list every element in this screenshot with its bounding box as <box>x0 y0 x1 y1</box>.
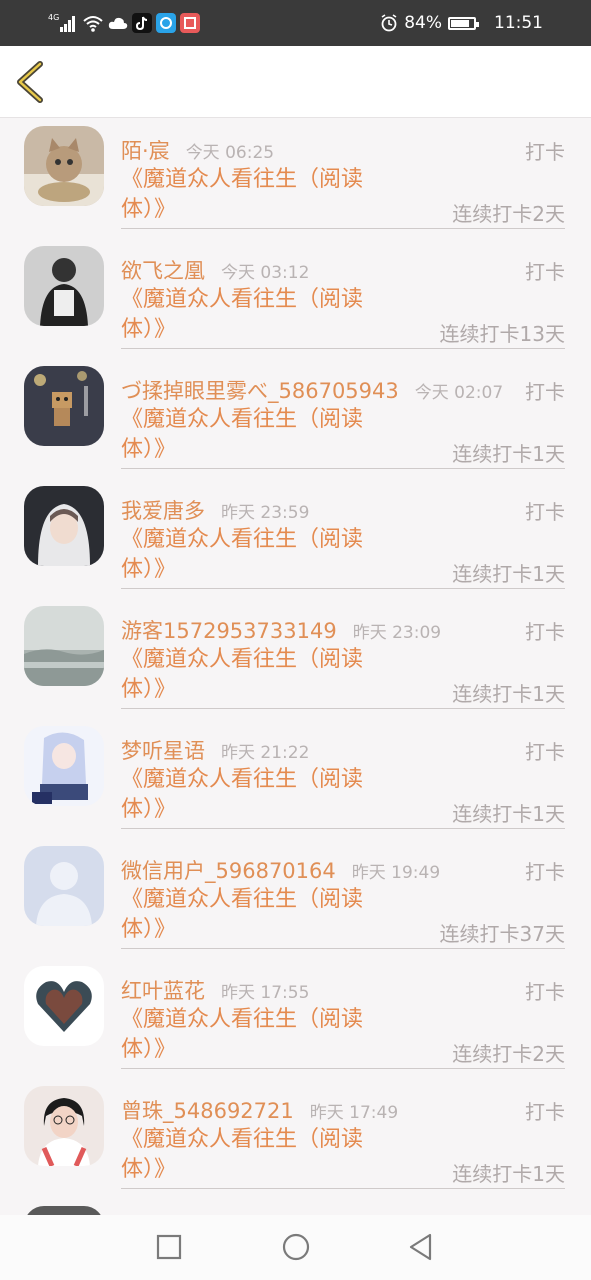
streak-count: 连续打卡2天 <box>452 1042 565 1066</box>
checkin-time: 昨天 23:59 <box>221 503 310 523</box>
list-item[interactable]: 梦听星语 昨天 21:22 打卡《魔道众人看往生（阅读体）》连续打卡1天 <box>0 718 591 838</box>
cloud-icon <box>108 17 128 29</box>
book-title[interactable]: 《魔道众人看往生（阅读体）》 <box>121 765 381 825</box>
book-title[interactable]: 《魔道众人看往生（阅读体）》 <box>121 1005 381 1065</box>
streak-count: 连续打卡37天 <box>439 922 565 946</box>
checkin-label: 打卡 <box>525 740 565 764</box>
divider <box>121 708 565 709</box>
checkin-label: 打卡 <box>525 860 565 884</box>
browser-icon <box>156 13 176 33</box>
divider <box>121 948 565 949</box>
divider <box>121 348 565 349</box>
checkin-time: 昨天 17:55 <box>221 983 310 1003</box>
app-bar <box>0 46 591 118</box>
reader-icon <box>180 13 200 33</box>
streak-count: 连续打卡2天 <box>452 202 565 226</box>
streak-count: 连续打卡1天 <box>452 1162 565 1186</box>
user-name[interactable]: 陌·宸 <box>121 135 170 165</box>
streak-count: 连续打卡13天 <box>439 322 565 346</box>
user-name[interactable]: 游客1572953733149 <box>121 615 337 645</box>
streak-count: 连续打卡1天 <box>452 442 565 466</box>
svg-text:4G: 4G <box>48 13 59 22</box>
checkin-time: 今天 02:07 <box>414 383 504 403</box>
user-name[interactable]: 曾珠_548692721 <box>121 1095 294 1125</box>
back-icon[interactable] <box>406 1232 436 1262</box>
status-bar-left: 4G <box>48 11 200 35</box>
checkin-time: 昨天 17:49 <box>309 1103 399 1123</box>
checkin-time: 昨天 23:09 <box>352 623 442 643</box>
avatar[interactable] <box>24 726 104 806</box>
checkin-label: 打卡 <box>525 500 565 524</box>
avatar[interactable] <box>24 126 104 206</box>
list-item[interactable]: 曾珠_548692721 昨天 17:49 打卡《魔道众人看往生（阅读体）》连续打卡… <box>0 1078 591 1198</box>
status-bar-right: 84% 11:51 <box>380 11 543 35</box>
user-name[interactable]: 梦听星语 <box>121 735 205 765</box>
book-title[interactable]: 《魔道众人看往生（阅读体）》 <box>121 525 381 585</box>
divider <box>121 1068 565 1069</box>
checkin-label: 打卡 <box>525 620 565 644</box>
avatar[interactable] <box>24 606 104 686</box>
streak-count: 连续打卡1天 <box>452 802 565 826</box>
checkin-time: 今天 03:12 <box>221 263 310 283</box>
book-title[interactable]: 《魔道众人看往生（阅读体）》 <box>121 285 381 345</box>
battery-icon <box>448 16 479 30</box>
checkin-list[interactable]: 陌·宸 今天 06:25 打卡 《魔道众人看往生（阅读体）》 连续打卡2天 欲飞之凰 今天 … <box>0 118 591 1215</box>
user-name[interactable]: 红叶蓝花 <box>121 975 205 1005</box>
avatar[interactable] <box>24 966 104 1046</box>
checkin-label: 打卡 <box>525 260 565 284</box>
divider <box>121 588 565 589</box>
list-item[interactable]: 陌·宸 今天 06:25 打卡《魔道众人看往生（阅读体）》连续打卡2天 <box>0 118 591 238</box>
home-icon[interactable] <box>281 1232 311 1262</box>
book-title[interactable]: 《魔道众人看往生（阅读体）》 <box>121 645 381 705</box>
book-title[interactable]: 《魔道众人看往生（阅读体）》 <box>121 405 381 465</box>
alarm-icon <box>381 14 397 32</box>
avatar[interactable] <box>24 366 104 446</box>
avatar[interactable] <box>24 846 104 926</box>
clock: 11:51 <box>494 13 543 33</box>
checkin-label: 打卡 <box>525 140 565 164</box>
checkin-label: 打卡 <box>525 380 565 404</box>
user-name[interactable]: 欲飞之凰 <box>121 255 205 285</box>
checkin-label: 打卡 <box>525 980 565 1004</box>
book-title[interactable]: 《魔道众人看往生（阅读体）》 <box>121 1125 381 1185</box>
recent-apps-icon[interactable] <box>154 1232 184 1262</box>
divider <box>121 1188 565 1189</box>
tiktok-icon <box>132 13 152 33</box>
book-title[interactable]: 《魔道众人看往生（阅读体）》 <box>121 885 381 945</box>
divider <box>121 468 565 469</box>
checkin-time: 昨天 21:22 <box>221 743 310 763</box>
list-item[interactable]: づ揉掉眼里雾べ_586705943 今天 02:07 打卡《魔道众人看往生（阅读体）… <box>0 358 591 478</box>
battery-percent: 84% <box>404 13 442 33</box>
book-title[interactable]: 《魔道众人看往生（阅读体）》 <box>121 165 381 225</box>
avatar[interactable] <box>24 1086 104 1166</box>
avatar[interactable] <box>24 1206 104 1215</box>
checkin-time: 今天 06:25 <box>185 143 275 163</box>
user-name[interactable]: づ揉掉眼里雾べ_586705943 <box>121 375 399 405</box>
list-item[interactable]: 欲飞之凰 今天 03:12 打卡《魔道众人看往生（阅读体）》连续打卡13天 <box>0 238 591 358</box>
list-item[interactable]: 游客1572953733149 昨天 23:09 打卡《魔道众人看往生（阅读体）》连… <box>0 598 591 718</box>
avatar[interactable] <box>24 246 104 326</box>
user-name[interactable]: 我爱唐多 <box>121 495 205 525</box>
checkin-time: 昨天 19:49 <box>351 863 441 883</box>
divider <box>121 828 565 829</box>
signal-icon: 4G <box>48 13 75 32</box>
navigation-bar <box>0 1215 591 1280</box>
list-item[interactable]: 微信用户_596870164 昨天 19:49 打卡《魔道众人看往生（阅读体）》连续… <box>0 838 591 958</box>
divider <box>121 228 565 229</box>
avatar[interactable] <box>24 486 104 566</box>
user-name[interactable]: 微信用户_596870164 <box>121 855 336 885</box>
list-item[interactable]: 红叶蓝花 昨天 17:55 打卡《魔道众人看往生（阅读体）》连续打卡2天 <box>0 958 591 1078</box>
wifi-icon <box>83 16 103 32</box>
chevron-left-icon[interactable] <box>12 60 52 104</box>
status-bar: 4G 84% 11:51 <box>0 0 591 46</box>
checkin-label: 打卡 <box>525 1100 565 1124</box>
list-item[interactable]: 我爱唐多 昨天 23:59 打卡《魔道众人看往生（阅读体）》连续打卡1天 <box>0 478 591 598</box>
streak-count: 连续打卡1天 <box>452 562 565 586</box>
streak-count: 连续打卡1天 <box>452 682 565 706</box>
